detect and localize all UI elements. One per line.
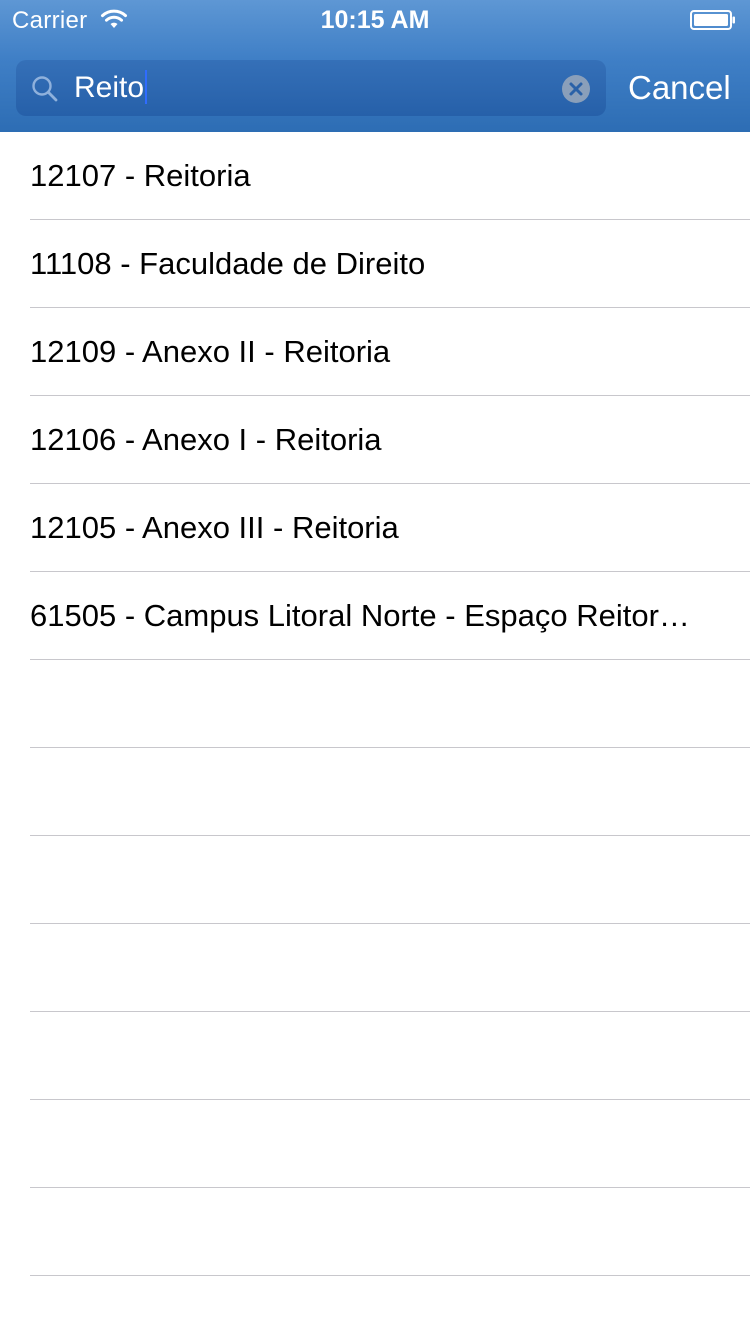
empty-row-label (30, 924, 722, 1011)
search-icon (32, 76, 58, 102)
list-item[interactable]: 12109 - Anexo II - Reitoria (0, 308, 750, 396)
row-separator (30, 1275, 750, 1276)
status-time: 10:15 AM (320, 6, 430, 34)
list-item[interactable]: 12106 - Anexo I - Reitoria (0, 396, 750, 484)
search-input-value: Reito (74, 71, 145, 104)
empty-row (0, 836, 750, 924)
list-item-label: 12107 - Reitoria (30, 158, 251, 193)
empty-row (0, 924, 750, 1012)
search-field[interactable]: Reito (16, 60, 606, 116)
search-input[interactable]: Reito (74, 60, 148, 116)
empty-row (0, 1012, 750, 1100)
list-item[interactable]: 12107 - Reitoria (0, 132, 750, 220)
list-item[interactable]: 12105 - Anexo III - Reitoria (0, 484, 750, 572)
text-caret (145, 70, 148, 105)
empty-row-label (30, 1012, 722, 1099)
empty-row (0, 1188, 750, 1276)
empty-row-label (30, 660, 722, 747)
empty-row-label (30, 836, 722, 923)
empty-row-label (30, 1100, 722, 1187)
clear-icon[interactable] (561, 74, 591, 104)
empty-row (0, 660, 750, 748)
list-item-label: 12106 - Anexo I - Reitoria (30, 422, 382, 457)
battery-icon (690, 10, 735, 30)
list-item-label: 11108 - Faculdade de Direito (30, 246, 426, 281)
empty-row (0, 748, 750, 836)
list-item[interactable]: 11108 - Faculdade de Direito (0, 220, 750, 308)
cancel-button[interactable]: Cancel (628, 64, 731, 112)
empty-row (0, 1100, 750, 1188)
navigation-header: Carrier 10:15 AM Reito Cancel (0, 0, 750, 132)
list-item-label: 61505 - Campus Litoral Norte - Espaço Re… (30, 598, 690, 633)
search-results-list: 12107 - Reitoria 11108 - Faculdade de Di… (0, 132, 750, 1276)
empty-row-label (30, 1188, 722, 1275)
list-item[interactable]: 61505 - Campus Litoral Norte - Espaço Re… (0, 572, 750, 660)
list-item-label: 12109 - Anexo II - Reitoria (30, 334, 391, 369)
list-item-label: 12105 - Anexo III - Reitoria (30, 510, 399, 545)
status-bar: Carrier 10:15 AM (0, 0, 750, 40)
empty-row-label (30, 748, 722, 835)
